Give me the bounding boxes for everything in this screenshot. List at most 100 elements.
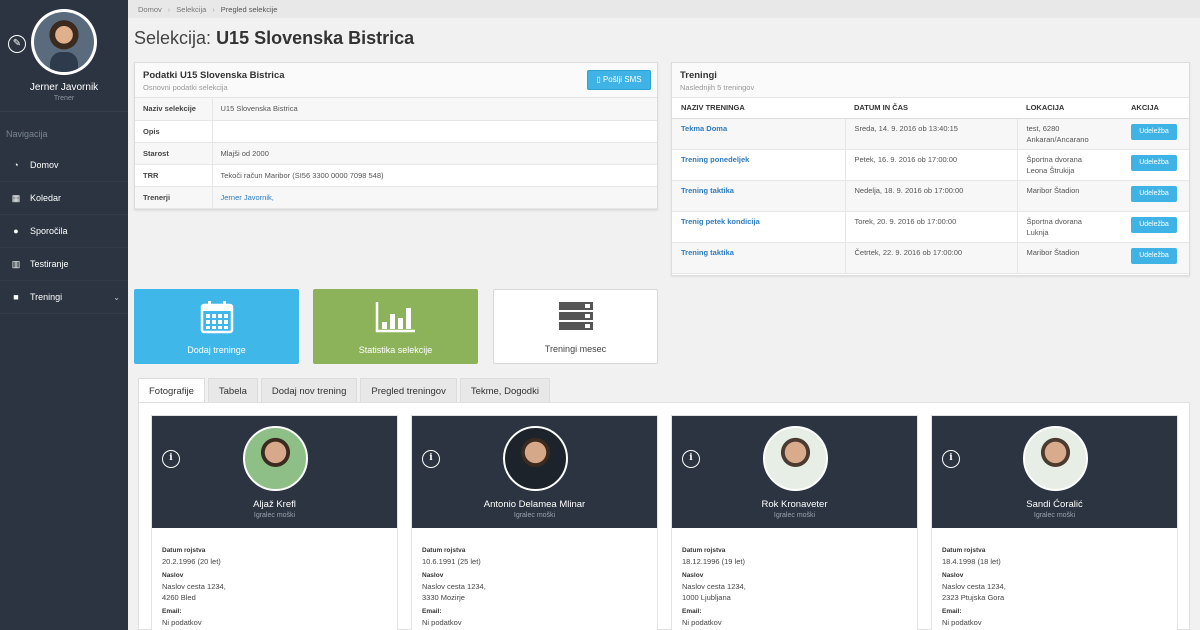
- panel-header: Treningi Naslednjih 5 treningov: [672, 63, 1189, 98]
- row-value: Tekoči račun Maribor (SI56 3300 0000 709…: [212, 164, 657, 187]
- avatar[interactable]: [31, 9, 97, 75]
- sidebar-item-label: Sporočila: [30, 226, 68, 236]
- attendance-button[interactable]: Udeležba: [1131, 123, 1177, 140]
- add-trainings-tile[interactable]: Dodaj treninge: [134, 289, 299, 364]
- breadcrumb-item-current: Pregled selekcije: [220, 4, 278, 14]
- training-name-link[interactable]: Trening taktika: [681, 186, 734, 195]
- player-role: Igralec moški: [253, 512, 296, 519]
- training-name-link[interactable]: Trening taktika: [681, 248, 734, 257]
- info-icon[interactable]: i: [682, 450, 700, 468]
- field-label: Datum rojstva: [162, 547, 206, 554]
- training-date: Petek, 16. 9. 2016 ob 17:00:00: [845, 149, 1018, 181]
- page-title-prefix: Selekcija:: [134, 28, 212, 48]
- user-role: Trener: [53, 95, 75, 102]
- breadcrumb-separator-icon: ›: [167, 4, 171, 14]
- table-row: Trening ponedeljek Petek, 16. 9. 2016 ob…: [672, 149, 1189, 181]
- training-date: Sreda, 14. 9. 2016 ob 13:40:15: [845, 118, 1018, 150]
- training-location-line2: Leona Štrukija: [1026, 165, 1075, 175]
- bar-chart-icon: [375, 302, 415, 333]
- user-profile: ✎ Jerner Javornik Trener: [0, 0, 128, 112]
- page-title-name: U15 Slovenska Bistrica: [216, 28, 415, 48]
- player-dob: 18.4.1998 (18 let): [942, 557, 1001, 566]
- field-label: Datum rojstva: [682, 547, 726, 554]
- players-grid: i Aljaž Krefl Igralec moški Datum rojstv…: [138, 402, 1190, 630]
- training-date: Nedelja, 18. 9. 2016 ob 17:00:00: [845, 180, 1018, 212]
- attendance-button[interactable]: Udeležba: [1131, 154, 1177, 171]
- tile-label: Dodaj treninge: [187, 345, 246, 355]
- tab-fotografije[interactable]: Fotografije: [138, 378, 205, 403]
- attendance-button[interactable]: Udeležba: [1131, 216, 1177, 233]
- pencil-icon[interactable]: ✎: [8, 35, 26, 53]
- tab-tabela[interactable]: Tabela: [207, 378, 258, 403]
- field-label: Datum rojstva: [422, 547, 466, 554]
- player-dob: 20.2.1996 (20 let): [162, 557, 221, 566]
- info-table: Naziv selekcije U15 Slovenska Bistrica Op…: [135, 98, 657, 209]
- panel-header: Podatki U15 Slovenska Bistrica Osnovni p…: [135, 63, 657, 98]
- player-card: i Antonio Delamea Mlinar Igralec moški D…: [411, 415, 658, 630]
- dashboard-icon: ◔: [13, 160, 19, 170]
- player-address-city: 1000 Ljubljana: [682, 593, 731, 602]
- training-location-line2: Luknja: [1026, 227, 1049, 237]
- send-sms-label: Pošlji SMS: [602, 75, 642, 84]
- breadcrumb-separator-icon: ›: [212, 4, 215, 14]
- player-role: Igralec moški: [513, 512, 556, 519]
- info-icon[interactable]: i: [422, 450, 440, 468]
- tab-dodaj-nov-trening[interactable]: Dodaj nov trening: [260, 378, 358, 403]
- training-location: test, 6280: [1026, 123, 1060, 133]
- monthly-trainings-tile[interactable]: Treningi mesec: [493, 289, 658, 364]
- info-icon[interactable]: i: [942, 450, 960, 468]
- column-header: LOKACIJA: [1017, 98, 1122, 119]
- player-name: Rok Kronaveter: [761, 499, 828, 510]
- field-label: Email:: [942, 608, 962, 615]
- row-value: U15 Slovenska Bistrica: [212, 98, 657, 121]
- info-icon[interactable]: i: [162, 450, 180, 468]
- table-row: Trenig petek kondicija Torek, 20. 9. 201…: [672, 211, 1189, 243]
- player-card: i Rok Kronaveter Igralec moški Datum roj…: [671, 415, 918, 630]
- list-icon: [558, 302, 593, 330]
- sidebar-item-label: Domov: [30, 160, 59, 170]
- player-photo: [243, 426, 308, 491]
- training-location: Športna dvorana: [1026, 216, 1082, 226]
- breadcrumb-item-selekcija[interactable]: Selekcija: [176, 5, 206, 14]
- tab-pregled-treningov[interactable]: Pregled treningov: [360, 378, 457, 403]
- phone-icon: ▯: [596, 75, 601, 84]
- field-label: Email:: [422, 608, 442, 615]
- player-photo: [503, 426, 568, 491]
- training-location: Maribor Štadion: [1026, 247, 1080, 257]
- player-card: i Sandi Ćoralić Igralec moški Datum rojs…: [931, 415, 1178, 630]
- player-card: i Aljaž Krefl Igralec moški Datum rojstv…: [151, 415, 398, 630]
- player-role: Igralec moški: [773, 512, 816, 519]
- table-row: Trening taktika Četrtek, 22. 9. 2016 ob …: [672, 242, 1189, 274]
- player-photo: [1023, 426, 1088, 491]
- sidebar-item-domov[interactable]: ◔ Domov: [0, 149, 128, 182]
- panel-subtitle: Naslednjih 5 treningov: [680, 83, 755, 92]
- bar-chart-icon: ▥: [11, 258, 21, 269]
- nav-title: Navigacija: [6, 129, 48, 139]
- sidebar-item-koledar[interactable]: ▦ Koledar: [0, 182, 128, 215]
- training-name-link[interactable]: Trenig petek kondicija: [681, 217, 760, 226]
- selection-info-panel: Podatki U15 Slovenska Bistrica Osnovni p…: [134, 62, 658, 210]
- attendance-button[interactable]: Udeležba: [1131, 247, 1177, 264]
- training-name-link[interactable]: Trening ponedeljek: [681, 155, 749, 164]
- statistics-tile[interactable]: Statistika selekcije: [313, 289, 478, 364]
- sidebar-item-testiranje[interactable]: ▥ Testiranje: [0, 248, 128, 281]
- coach-link[interactable]: Jerner Javornik,: [212, 186, 657, 209]
- chevron-down-icon: ⌄: [113, 292, 120, 302]
- main-content: Domov › Selekcija › Pregled selekcije Se…: [128, 0, 1200, 630]
- sidebar-item-treningi[interactable]: ■ Treningi ⌄: [0, 281, 128, 314]
- user-name: Jerner Javornik: [29, 82, 99, 93]
- column-header: DATUM IN ČAS: [845, 98, 1017, 119]
- training-name-link[interactable]: Tekma Doma: [681, 124, 727, 133]
- panel-title: Treningi: [680, 70, 717, 81]
- player-dob: 18.12.1996 (19 let): [682, 557, 745, 566]
- column-header: AKCIJA: [1122, 98, 1189, 119]
- tabs: Fotografije Tabela Dodaj nov trening Pre…: [138, 378, 553, 403]
- player-dob: 10.6.1991 (25 let): [422, 557, 481, 566]
- sidebar-item-label: Koledar: [30, 193, 62, 203]
- breadcrumb-item-domov[interactable]: Domov: [138, 5, 162, 14]
- attendance-button[interactable]: Udeležba: [1131, 185, 1177, 202]
- tab-tekme-dogodki[interactable]: Tekme, Dogodki: [459, 378, 550, 403]
- sidebar-item-sporocila[interactable]: ● Sporočila: [0, 215, 128, 248]
- player-address: Naslov cesta 1234,: [682, 582, 746, 591]
- send-sms-button[interactable]: ▯ Pošlji SMS: [587, 70, 651, 90]
